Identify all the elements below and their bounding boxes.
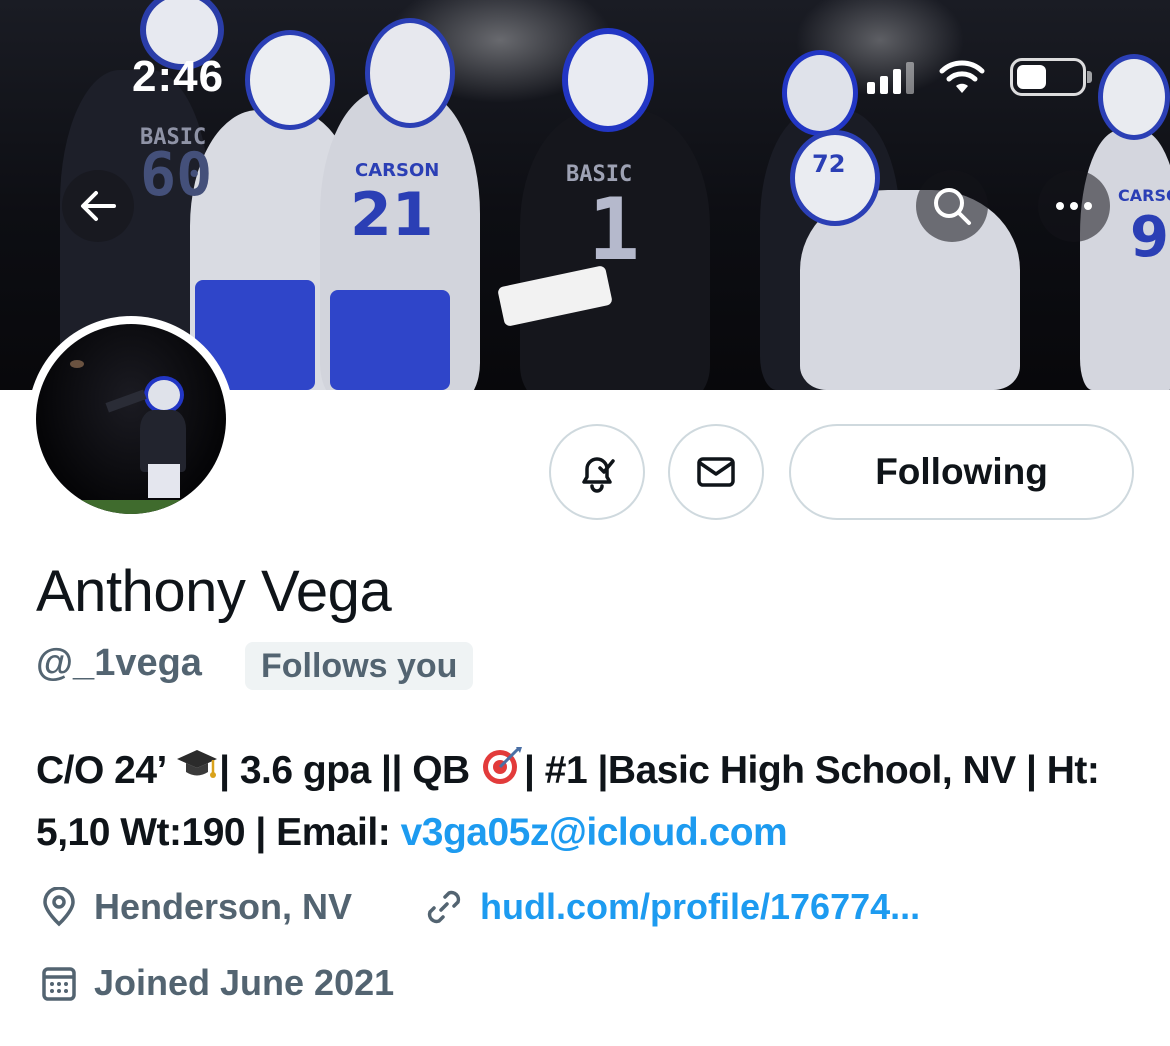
banner-helmet-basic-2	[782, 50, 858, 136]
graduation-cap-icon	[177, 750, 218, 778]
banner-helmet-carson-72	[790, 130, 880, 226]
search-button[interactable]	[916, 170, 988, 242]
notifications-button[interactable]	[549, 424, 645, 520]
battery-icon	[1010, 58, 1092, 96]
profile-bio: C/O 24’ | 3.6 gpa || QB | #1 |Basic High…	[36, 740, 1146, 864]
bio-text-2: | 3.6 gpa || QB	[219, 749, 481, 792]
wifi-icon	[939, 60, 985, 93]
calendar-icon	[42, 967, 76, 1001]
banner-pants-2	[330, 290, 450, 390]
bell-check-icon	[582, 457, 615, 493]
joined-row: Joined June 2021	[40, 962, 394, 1004]
location-pin-icon	[43, 887, 75, 927]
banner-jersey-number-qb: 1	[588, 180, 640, 280]
envelope-icon	[697, 457, 735, 487]
profile-handle: @_1vega	[36, 642, 202, 684]
website-link[interactable]: hudl.com/profile/176774...	[480, 886, 920, 928]
website-row: hudl.com/profile/176774...	[424, 886, 920, 928]
profile-avatar[interactable]	[28, 316, 234, 522]
bio-email-link[interactable]: v3ga05z@icloud.com	[401, 811, 788, 854]
profile-name: Anthony Vega	[36, 559, 392, 624]
back-button[interactable]	[62, 170, 134, 242]
banner-jersey-number-carson: 21	[350, 180, 434, 250]
joined-text: Joined June 2021	[94, 962, 395, 1003]
avatar-image	[36, 324, 226, 514]
direct-hit-icon	[483, 747, 523, 784]
arrow-left-icon	[81, 191, 116, 221]
status-time: 2:46	[132, 52, 225, 101]
banner-helmet-carson-right	[1098, 54, 1170, 140]
banner-helmet-carson-1	[245, 30, 335, 130]
location-text: Henderson, NV	[94, 886, 353, 927]
link-icon	[427, 890, 461, 924]
banner-helmet-qb	[562, 28, 654, 132]
banner-jersey-text-carson: CARSON	[355, 160, 440, 181]
more-icon	[1056, 202, 1092, 210]
search-icon	[934, 188, 971, 225]
following-button[interactable]: Following	[789, 424, 1134, 520]
more-button[interactable]	[1038, 170, 1110, 242]
location-row: Henderson, NV	[40, 886, 352, 928]
message-button[interactable]	[668, 424, 764, 520]
status-icons	[867, 58, 1092, 96]
banner-jersey-number-left: 60	[140, 140, 213, 210]
banner-jersey-text-carson-right: CARSON	[1118, 186, 1170, 205]
cellular-signal-icon	[867, 60, 914, 94]
banner-helmet-carson-2	[365, 18, 455, 128]
banner-jersey-number-right: 9	[1130, 205, 1169, 270]
bio-text-1: C/O 24’	[36, 749, 176, 792]
banner-helmet-number-72: 72	[812, 150, 846, 178]
follows-you-badge: Follows you	[245, 642, 474, 690]
